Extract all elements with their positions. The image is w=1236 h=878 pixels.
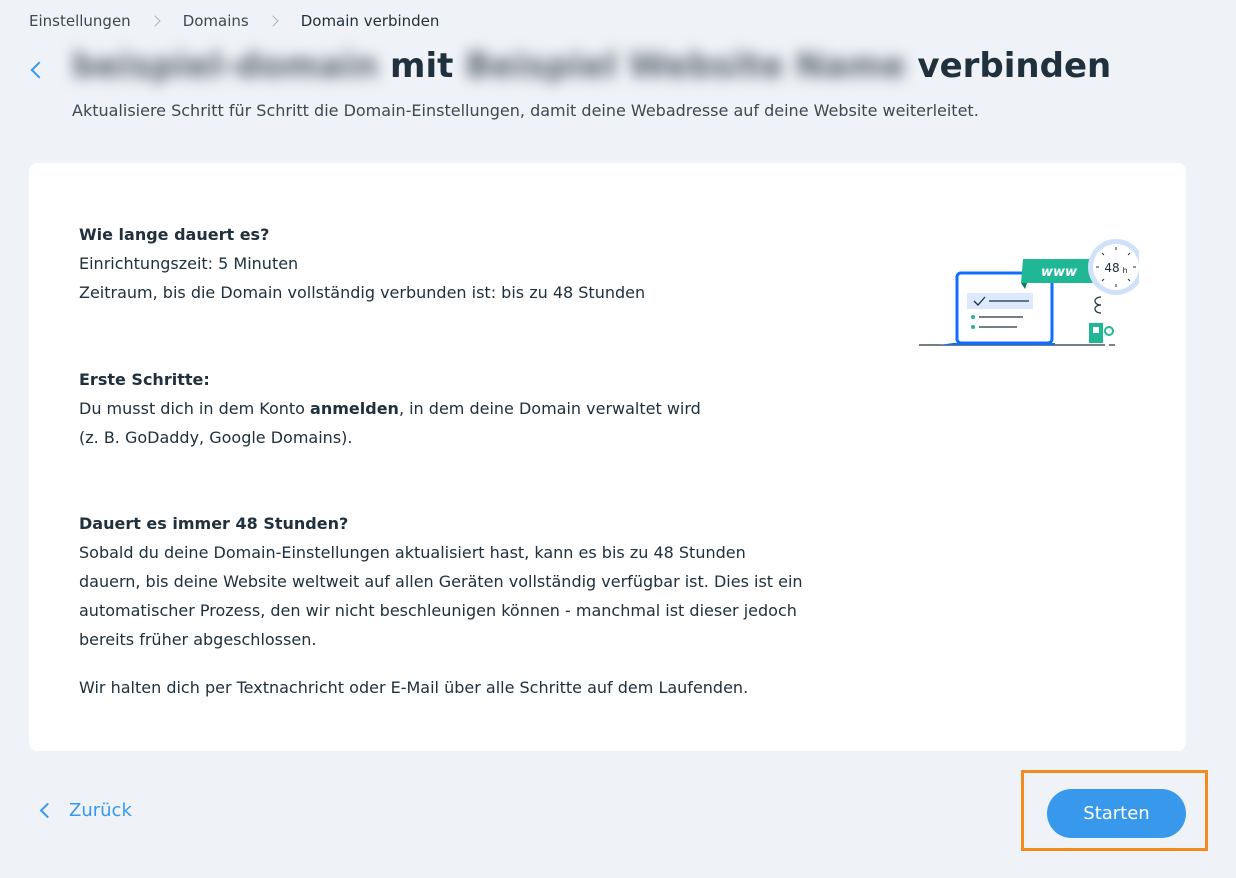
chevron-right-icon [267,15,279,27]
section-line: Wir halten dich per Textnachricht oder E… [79,678,749,697]
section-line: bereits früher abgeschlossen. [79,630,317,649]
page-subtitle: Aktualisiere Schritt für Schritt die Dom… [72,101,979,120]
title-domain-name: beispiel-domain [72,46,379,86]
start-button[interactable]: Starten [1047,789,1186,838]
title-site-name: Beispiel Website Name [465,46,906,86]
bold-keyword: anmelden [310,399,399,418]
info-card: Wie lange dauert es? Einrichtungszeit: 5… [29,163,1186,751]
section-line: dauern, bis deine Website weltweit auf a… [79,572,803,591]
breadcrumb-item-domains[interactable]: Domains [183,12,249,30]
section-line: Einrichtungszeit: 5 Minuten [79,254,299,273]
banner-label: www [1041,265,1078,280]
text-fragment: Du musst dich in dem Konto [79,399,311,418]
text-fragment: , in dem deine Domain verwaltet wird [398,399,701,418]
section-duration: Wie lange dauert es? Einrichtungszeit: 5… [79,220,879,307]
section-heading: Dauert es immer 48 Stunden? [79,514,349,533]
section-line: (z. B. GoDaddy, Google Domains). [79,428,353,447]
chevron-right-icon [149,15,161,27]
breadcrumb-item-current: Domain verbinden [300,12,440,30]
chevron-left-icon [39,802,56,819]
section-48-hours: Dauert es immer 48 Stunden? Sobald du de… [79,509,879,654]
breadcrumb-item-settings[interactable]: Einstellungen [29,12,131,30]
back-button-label: Zurück [69,800,132,821]
clock-label: 48 [1104,261,1119,275]
section-line: automatischer Prozess, den wir nicht bes… [79,601,797,620]
section-heading: Wie lange dauert es? [79,225,270,244]
laptop-illustration: www 48 h [919,239,1139,346]
title-connector-word: mit [390,46,454,86]
clock-unit: h [1122,266,1127,275]
section-line: Sobald du deine Domain-Einstellungen akt… [79,543,746,562]
page-title: beispiel-domain mit Beispiel Website Nam… [72,42,1111,90]
section-notification: Wir halten dich per Textnachricht oder E… [79,673,879,702]
section-first-steps: Erste Schritte: Du musst dich in dem Kon… [79,365,879,452]
back-chevron-icon[interactable] [30,61,48,79]
title-verb: verbinden [917,46,1112,86]
section-line: Du musst dich in dem Konto anmelden, in … [79,394,879,423]
section-line: Zeitraum, bis die Domain vollständig ver… [79,283,646,302]
breadcrumb: Einstellungen Domains Domain verbinden [29,12,439,30]
back-button[interactable]: Zurück [36,800,132,821]
section-heading: Erste Schritte: [79,370,210,389]
